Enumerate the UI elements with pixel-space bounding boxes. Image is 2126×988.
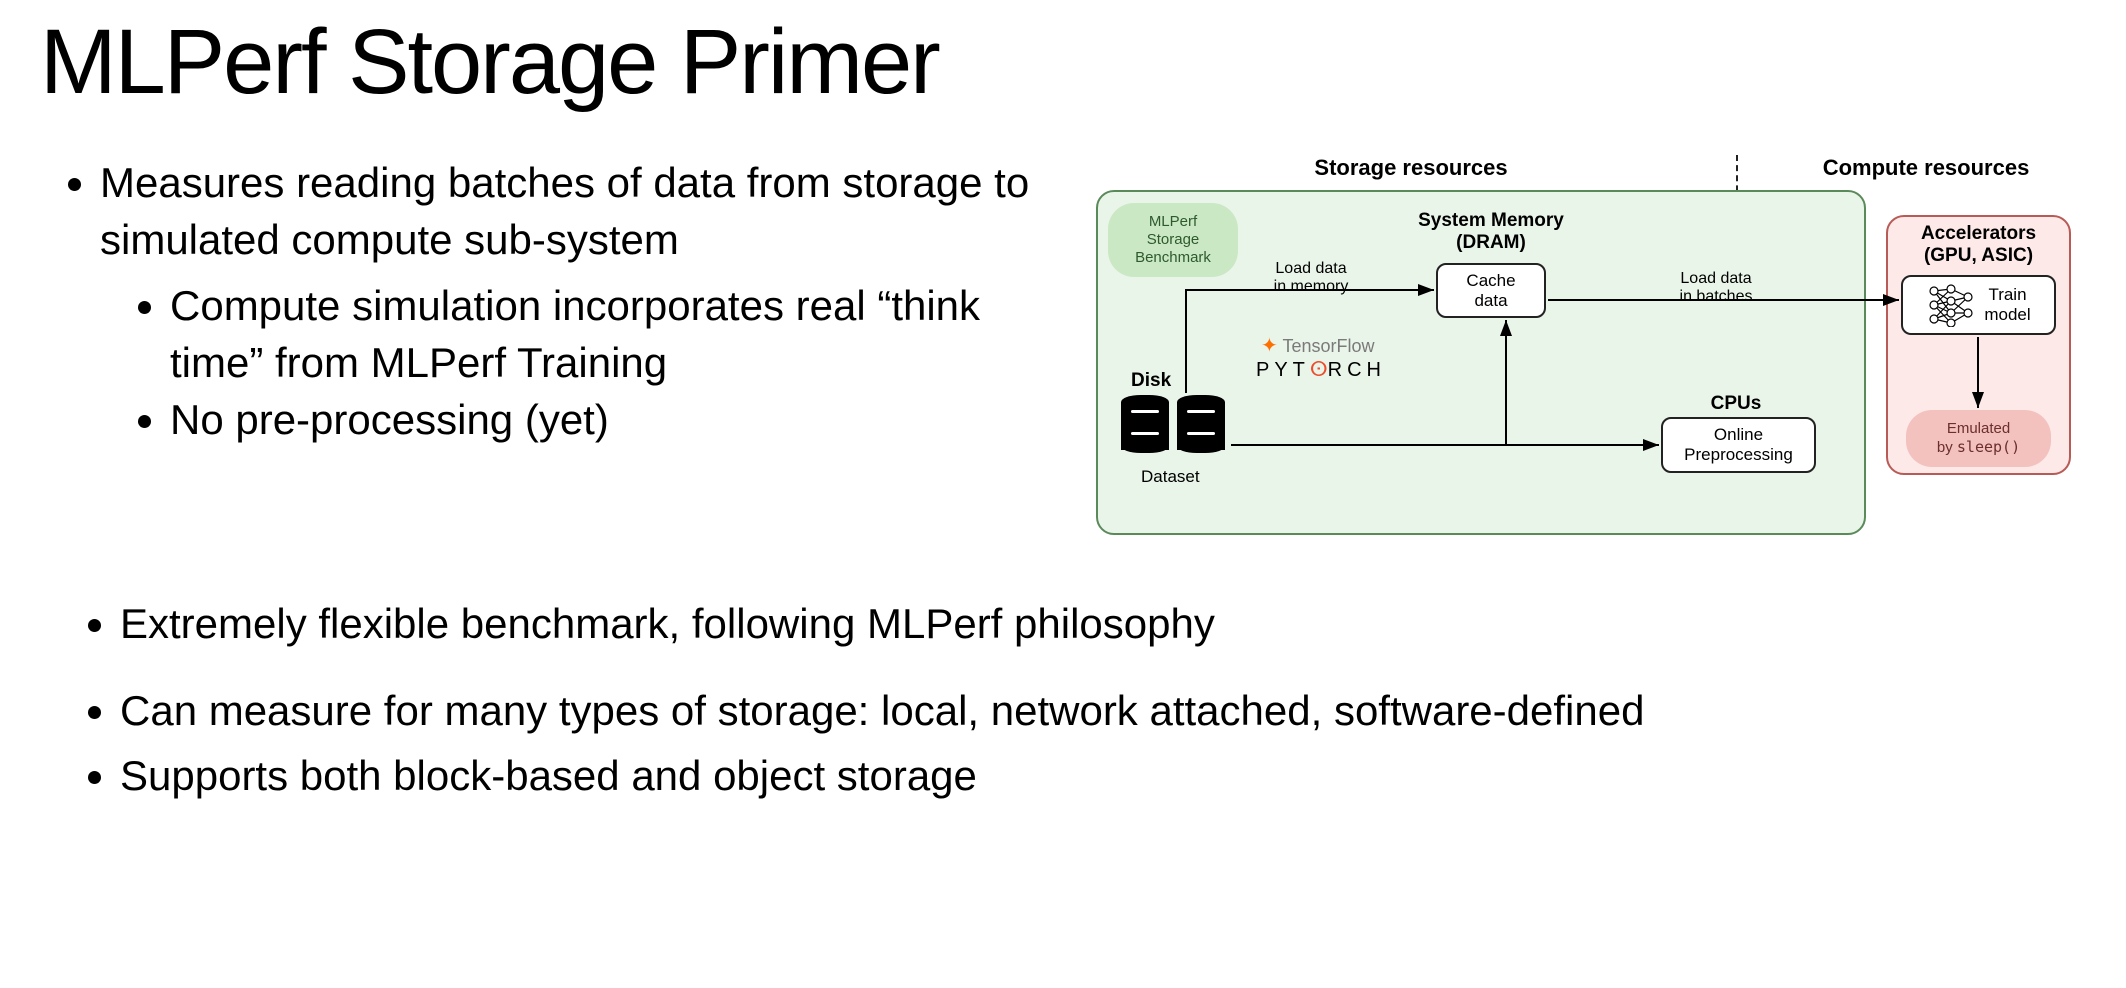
tensorflow-icon: ✦ [1261,335,1278,357]
badge-mlperf-storage: MLPerf Storage Benchmark [1108,203,1238,277]
edge-label-load-memory: Load data in memory [1256,260,1366,295]
label-system-memory: System Memory (DRAM) [1401,210,1581,254]
bullet-no-preproc: No pre-processing (yet) [170,392,1046,449]
bullet-flexible: Extremely flexible benchmark, following … [120,595,2086,654]
edge-label-load-batches: Load data in batches [1661,270,1771,305]
top-bullet-column: Measures reading batches of data from st… [40,155,1046,466]
pytorch-logo: PYTⵙRCH [1256,357,1386,382]
bullet-compute-sim: Compute simulation incorporates real “th… [170,278,1046,391]
label-disk: Disk [1131,370,1171,392]
label-accelerators: Accelerators (GPU, ASIC) [1896,223,2061,267]
badge-emulated-sleep: Emulated by sleep() [1906,410,2051,467]
bullet-measures-text: Measures reading batches of data from st… [100,159,1029,263]
neural-net-icon [1926,283,1976,327]
bullet-storage-types: Can measure for many types of storage: l… [120,682,2086,741]
label-cpus: CPUs [1676,393,1796,415]
bottom-bullet-column: Extremely flexible benchmark, following … [40,595,2086,805]
slide-title: MLPerf Storage Primer [40,10,2086,115]
architecture-diagram: Storage resources Compute resources MLPe… [1086,155,2086,555]
tensorflow-logo: ✦ TensorFlow [1261,333,1374,358]
label-dataset: Dataset [1141,467,1200,487]
bullet-measures: Measures reading batches of data from st… [100,155,1046,448]
zone-header-storage: Storage resources [1086,155,1736,181]
node-online-preprocessing: Online Preprocessing [1661,417,1816,473]
bullet-block-object: Supports both block-based and object sto… [120,747,2086,806]
disk-icon [1121,395,1225,457]
zone-header-compute: Compute resources [1766,155,2086,181]
node-train-model: Train model [1901,275,2056,335]
node-cache-data: Cache data [1436,263,1546,318]
pytorch-flame-icon: ⵙ [1310,359,1328,381]
